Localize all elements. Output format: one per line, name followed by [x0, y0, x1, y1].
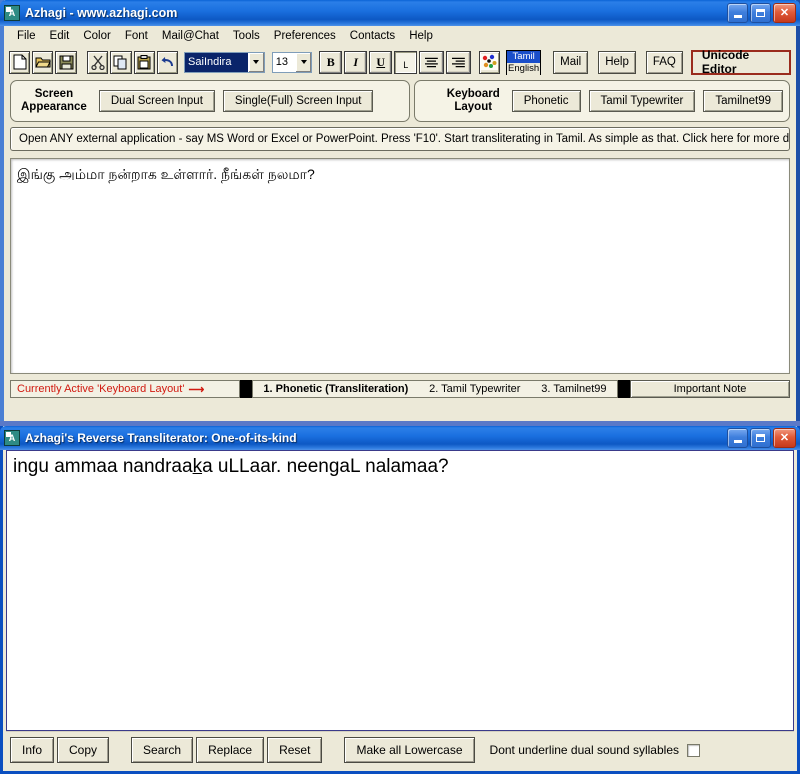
menu-item-contacts[interactable]: Contacts — [343, 29, 402, 43]
maximize-icon[interactable] — [750, 3, 771, 23]
cut-scissors-icon[interactable] — [87, 50, 109, 74]
align-right-icon[interactable] — [446, 50, 471, 74]
important-note-button[interactable]: Important Note — [630, 380, 790, 398]
phonetic-layout-button[interactable]: Phonetic — [511, 90, 581, 112]
menu-item-tools[interactable]: Tools — [226, 29, 267, 43]
align-center-icon[interactable] — [419, 50, 445, 74]
screen-appearance-label-line2: Appearance — [21, 101, 87, 113]
keyboard-layout-label-line1: Keyboard — [446, 88, 500, 100]
paste-clipboard-icon[interactable] — [133, 50, 155, 74]
tamil-typewriter-layout-button[interactable]: Tamil Typewriter — [588, 90, 696, 112]
status-layout-typewriter[interactable]: 2. Tamil Typewriter — [425, 383, 524, 395]
azhagi-main-window: A Azhagi - www.azhagi.com ✕ File Edit Co… — [0, 0, 800, 421]
status-divider — [618, 380, 630, 398]
make-all-lowercase-button[interactable]: Make all Lowercase — [344, 737, 475, 763]
info-banner[interactable]: Open ANY external application - say MS W… — [10, 127, 790, 151]
language-toggle-tamil[interactable]: Tamil — [507, 50, 541, 63]
azhagi-app-icon: A — [4, 430, 20, 446]
search-button[interactable]: Search — [131, 737, 194, 763]
language-toggle-english[interactable]: English — [507, 62, 541, 75]
transliteration-text: ingu ammaa nandraaka uLLaar. neengaL nal… — [13, 455, 787, 479]
currently-active-layout-label: Currently Active 'Keyboard Layout' ⟶ — [10, 380, 240, 398]
replace-button[interactable]: Replace — [196, 737, 265, 763]
right-arrow-icon: ⟶ — [188, 383, 204, 396]
translit-underlined-char: k — [192, 456, 203, 477]
screen-appearance-label-line1: Screen — [34, 88, 74, 100]
screen-appearance-group: Screen Appearance Dual Screen Input Sing… — [10, 80, 410, 122]
reverse-bottom-toolbar: Info Copy Search Replace Reset Make all … — [6, 731, 794, 768]
keyboard-layout-label-line2: Layout — [454, 101, 493, 113]
bold-button[interactable]: B — [319, 50, 343, 74]
underline-option-label: Dont underline dual sound syllables — [489, 743, 679, 757]
close-icon[interactable]: ✕ — [773, 428, 796, 448]
save-disk-icon[interactable] — [55, 50, 77, 74]
menu-item-mail-chat[interactable]: Mail@Chat — [155, 29, 226, 43]
screen-appearance-label: Screen Appearance — [17, 88, 91, 114]
keyboard-status-bar: Currently Active 'Keyboard Layout' ⟶ 1. … — [10, 380, 790, 398]
italic-button[interactable]: I — [344, 50, 368, 74]
align-left-button[interactable]: L — [394, 50, 418, 74]
main-menubar: File Edit Color Font Mail@Chat Tools Pre… — [4, 26, 796, 46]
dont-underline-checkbox[interactable] — [687, 743, 700, 757]
main-titlebar[interactable]: A Azhagi - www.azhagi.com ✕ — [0, 0, 800, 26]
menu-item-edit[interactable]: Edit — [43, 29, 77, 43]
chevron-down-icon[interactable] — [295, 52, 312, 72]
chevron-down-icon[interactable] — [247, 52, 264, 72]
language-toggle[interactable]: Tamil English — [506, 49, 542, 75]
azhagi-app-icon: A — [4, 5, 20, 21]
undo-arrow-icon[interactable] — [156, 50, 179, 74]
transliteration-editor[interactable]: ingu ammaa nandraaka uLLaar. neengaL nal… — [6, 450, 794, 731]
menu-item-font[interactable]: Font — [118, 29, 155, 43]
minimize-icon[interactable] — [727, 428, 748, 448]
appearance-layout-row: Screen Appearance Dual Screen Input Sing… — [4, 78, 796, 122]
main-window-controls: ✕ — [727, 3, 796, 23]
reverse-window-title: Azhagi's Reverse Transliterator: One-of-… — [25, 431, 297, 445]
underline-option-group: Dont underline dual sound syllables — [490, 743, 790, 757]
info-button[interactable]: Info — [10, 737, 55, 763]
color-palette-icon[interactable] — [478, 50, 501, 74]
main-toolbar: SaiIndira 13 B I U L Tamil English Mail … — [4, 46, 796, 78]
mail-button[interactable]: Mail — [553, 50, 589, 74]
status-layout-phonetic[interactable]: 1. Phonetic (Transliteration) — [259, 383, 412, 395]
copy-button[interactable]: Copy — [57, 737, 110, 763]
reverse-window-controls: ✕ — [727, 428, 796, 448]
tamil-editor-text: இங்கு அம்மா நன்றாக உள்ளார். நீங்கள் நலமா… — [17, 166, 315, 182]
single-full-screen-input-button[interactable]: Single(Full) Screen Input — [222, 90, 374, 112]
translit-part-2: a uLLaar. neengaL nalamaa? — [202, 456, 449, 477]
font-name-combo[interactable]: SaiIndira — [184, 51, 265, 73]
reverse-transliterator-window: A Azhagi's Reverse Transliterator: One-o… — [0, 426, 800, 774]
font-name-value: SaiIndira — [185, 52, 248, 72]
layout-status-list: 1. Phonetic (Transliteration) 2. Tamil T… — [252, 380, 618, 398]
active-layout-text: Currently Active 'Keyboard Layout' — [17, 383, 185, 395]
menu-item-color[interactable]: Color — [76, 29, 117, 43]
font-size-value: 13 — [275, 55, 289, 68]
new-document-icon[interactable] — [9, 50, 31, 74]
keyboard-layout-label: Keyboard Layout — [443, 88, 504, 114]
keyboard-layout-group: Keyboard Layout Phonetic Tamil Typewrite… — [414, 80, 790, 122]
menu-item-file[interactable]: File — [10, 29, 43, 43]
reverse-titlebar[interactable]: A Azhagi's Reverse Transliterator: One-o… — [0, 426, 800, 450]
main-window-title: Azhagi - www.azhagi.com — [25, 6, 178, 20]
open-folder-icon[interactable] — [32, 50, 54, 74]
translit-part-1: ingu ammaa nandraa — [13, 456, 193, 477]
dual-screen-input-button[interactable]: Dual Screen Input — [98, 90, 215, 112]
underline-button[interactable]: U — [369, 50, 393, 74]
help-button[interactable]: Help — [598, 50, 636, 74]
copy-icon[interactable] — [110, 50, 132, 74]
status-layout-tamilnet99[interactable]: 3. Tamilnet99 — [537, 383, 610, 395]
maximize-icon[interactable] — [750, 428, 771, 448]
minimize-icon[interactable] — [727, 3, 748, 23]
status-divider — [240, 380, 252, 398]
tamilnet99-layout-button[interactable]: Tamilnet99 — [703, 90, 783, 112]
faq-button[interactable]: FAQ — [645, 50, 683, 74]
unicode-editor-button[interactable]: Unicode Editor — [690, 48, 792, 76]
tamil-editor[interactable]: இங்கு அம்மா நன்றாக உள்ளார். நீங்கள் நலமா… — [10, 158, 790, 374]
menu-item-preferences[interactable]: Preferences — [267, 29, 343, 43]
font-size-combo[interactable]: 13 — [271, 51, 313, 73]
reset-button[interactable]: Reset — [267, 737, 323, 763]
close-icon[interactable]: ✕ — [773, 3, 796, 23]
menu-item-help[interactable]: Help — [402, 29, 440, 43]
